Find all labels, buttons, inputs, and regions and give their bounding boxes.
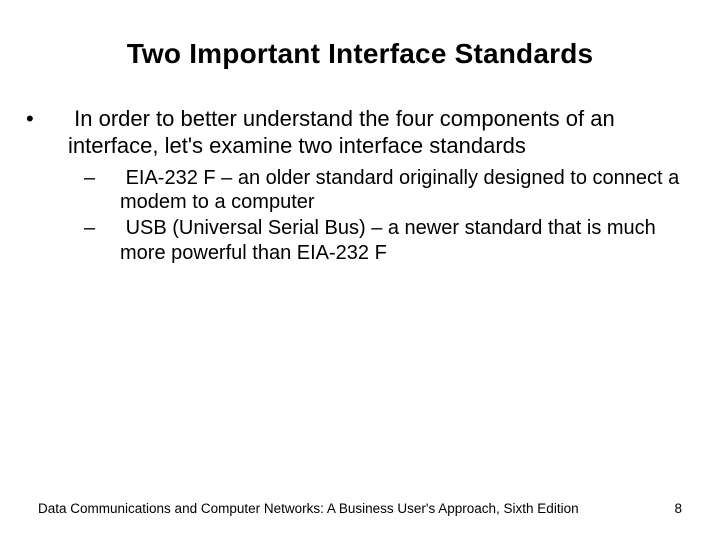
slide-body: In order to better understand the four c… xyxy=(38,106,682,265)
footer-text: Data Communications and Computer Network… xyxy=(38,501,579,516)
bullet-sub-1: EIA-232 F – an older standard originally… xyxy=(102,166,682,215)
bullet-sub-1-text: EIA-232 F – an older standard originally… xyxy=(120,167,679,213)
bullet-sub-2-text: USB (Universal Serial Bus) – a newer sta… xyxy=(120,217,656,263)
slide-footer: Data Communications and Computer Network… xyxy=(38,501,682,516)
page-number: 8 xyxy=(674,501,682,516)
slide-title: Two Important Interface Standards xyxy=(38,38,682,70)
bullet-main-text: In order to better understand the four c… xyxy=(68,106,615,158)
bullet-list-level2: EIA-232 F – an older standard originally… xyxy=(68,166,682,266)
bullet-sub-2: USB (Universal Serial Bus) – a newer sta… xyxy=(102,216,682,265)
bullet-main: In order to better understand the four c… xyxy=(48,106,682,265)
slide: Two Important Interface Standards In ord… xyxy=(0,0,720,540)
bullet-list-level1: In order to better understand the four c… xyxy=(38,106,682,265)
